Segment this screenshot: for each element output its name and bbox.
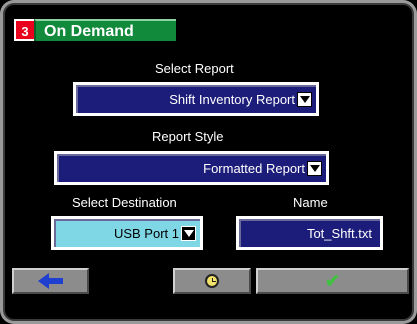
clock-icon [205,274,219,288]
select-report-label: Select Report [155,61,234,76]
select-report-dropdown[interactable]: Shift Inventory Report [73,82,319,116]
name-label: Name [293,195,328,210]
chevron-down-icon [181,225,196,241]
screen-number-badge: 3 [14,19,34,41]
left-arrow-icon [37,273,64,289]
status-strip [8,296,409,316]
select-report-value: Shift Inventory Report [169,91,295,107]
checkmark-icon: ✔ [324,271,341,291]
destination-dropdown[interactable]: USB Port 1 [51,216,203,250]
report-style-label: Report Style [152,129,224,144]
title-bar: 3 On Demand [14,19,176,41]
schedule-button[interactable] [173,268,251,294]
report-style-dropdown[interactable]: Formatted Report [54,151,329,185]
destination-value: USB Port 1 [113,225,179,241]
chevron-down-icon [297,91,312,107]
select-destination-label: Select Destination [72,195,177,210]
name-field[interactable]: Tot_Shft.txt [236,216,383,250]
chevron-down-icon [307,160,322,176]
report-style-value: Formatted Report [203,160,305,176]
back-button[interactable] [12,268,89,294]
page-title: On Demand [34,19,176,41]
confirm-button[interactable]: ✔ [256,268,409,294]
